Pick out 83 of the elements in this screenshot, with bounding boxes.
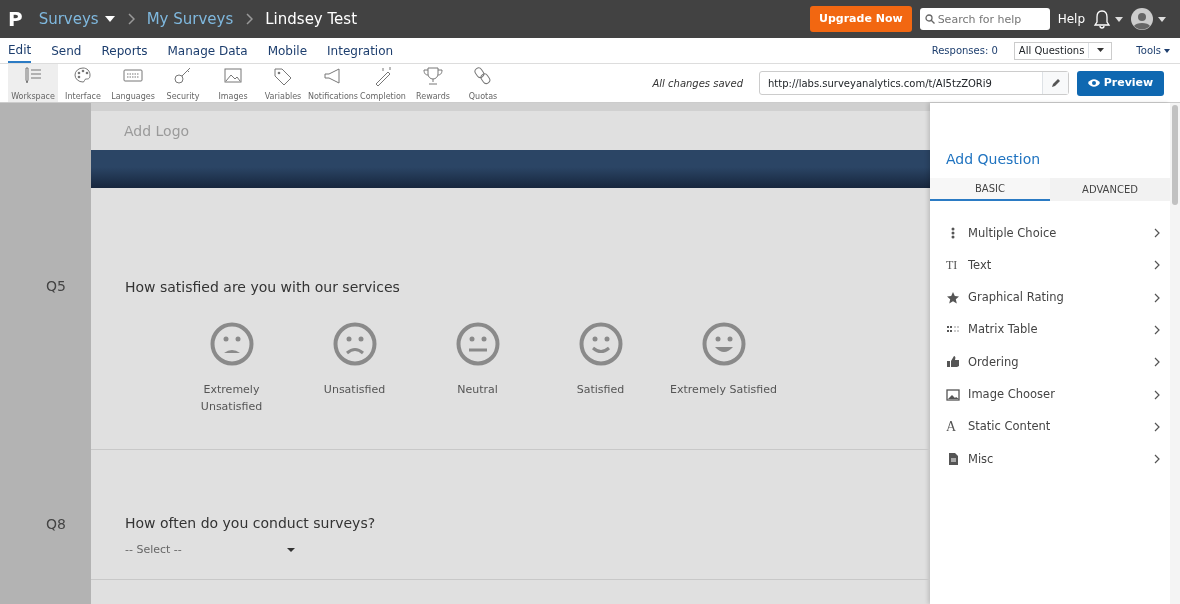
question-type-item[interactable]: A Static Content [930, 410, 1170, 444]
toolbar-button[interactable]: Notifications [308, 64, 358, 102]
document-icon [946, 452, 960, 467]
search-field[interactable]: Search for help [919, 8, 1050, 30]
toolbar-button[interactable]: Quotas [458, 64, 508, 102]
chevron-icon [1154, 357, 1160, 368]
filter-dropdown[interactable]: All Questions [1013, 41, 1113, 60]
bell-icon[interactable] [1093, 9, 1111, 29]
frowning-face-icon[interactable] [209, 322, 254, 366]
chevron-icon [1154, 389, 1160, 400]
caret-icon[interactable] [1115, 16, 1123, 22]
question-number: Q5 [46, 277, 66, 296]
toolbar-button[interactable]: Security [158, 64, 208, 102]
question-text: How often do you conduct surveys? [125, 514, 377, 533]
toolbar-button[interactable]: Rewards [408, 64, 458, 102]
option-label: Satisfied [575, 382, 626, 398]
toolbar-button[interactable]: Languages [108, 64, 158, 102]
caret-icon[interactable] [1158, 16, 1166, 22]
menu-tab[interactable]: Reports [101, 39, 148, 62]
scrollbar-thumb[interactable] [1172, 105, 1178, 205]
caret-icon [1164, 48, 1170, 53]
panel-title: Add Question [945, 150, 1042, 169]
breadcrumb-link[interactable]: My Surveys [146, 7, 234, 31]
panel-tab[interactable]: BASIC [930, 178, 1050, 201]
letter-icon: A [946, 416, 957, 438]
toolbar-button[interactable]: Workspace [8, 64, 58, 102]
menu-tab[interactable]: Manage Data [167, 39, 248, 62]
smiling-face-icon[interactable] [578, 322, 623, 366]
chevron-icon [1154, 325, 1160, 336]
option-label: Neutral [456, 382, 499, 398]
tools-menu[interactable]: Tools [1136, 43, 1161, 58]
logo: P [8, 6, 23, 33]
caret-icon[interactable] [104, 16, 115, 22]
help-link[interactable]: Help [1057, 10, 1085, 28]
grinning-face-icon[interactable] [701, 322, 746, 366]
chevron-icon [1154, 454, 1160, 465]
pencil-icon[interactable] [1050, 78, 1061, 88]
preview-button[interactable]: Preview [1077, 70, 1164, 96]
menu-tab[interactable]: Send [51, 39, 82, 62]
chevron-icon [1154, 260, 1160, 271]
thumbs-up-icon [946, 355, 960, 370]
menu-tab[interactable]: Mobile [267, 39, 308, 62]
search-icon [924, 14, 935, 24]
filter-value: All Questions [1014, 43, 1090, 58]
question-text: How satisfied are you with our services [125, 278, 401, 297]
question-type-item[interactable]: TI Text [930, 249, 1170, 282]
url-field[interactable]: http://labs.surveyanalytics.com/t/AI5tzZORi9 [759, 71, 1069, 95]
chevron-icon [1154, 292, 1160, 303]
question-type-item[interactable]: Image Chooser [930, 378, 1170, 411]
toolbar-button[interactable]: Images [208, 64, 258, 102]
chevron-icon [1154, 228, 1160, 239]
menu-tab[interactable]: Integration [327, 39, 394, 62]
star-icon [946, 290, 960, 305]
chevron-icon [1154, 421, 1160, 432]
question-type-item[interactable]: Matrix Table [930, 313, 1170, 347]
question-type-item[interactable]: Ordering [930, 346, 1170, 379]
question-type-item[interactable]: Graphical Rating [930, 281, 1170, 314]
menu-tab[interactable]: Edit [8, 38, 32, 63]
chevron-icon [245, 13, 254, 25]
image-icon [946, 387, 960, 402]
toolbar-button[interactable]: Completion [358, 64, 408, 102]
select-dropdown[interactable]: -- Select -- [125, 542, 295, 559]
text-type-icon: TI [946, 256, 958, 275]
option-label: Unsatisfied [322, 382, 387, 398]
option-label: Extremely Satisfied [669, 382, 778, 398]
eye-icon [1087, 79, 1100, 87]
toolbar-button[interactable]: Variables [258, 64, 308, 102]
option-label: Extremely Unsatisfied [199, 382, 264, 415]
responses-count: Responses: 0 [931, 44, 998, 58]
avatar-icon[interactable] [1131, 8, 1153, 30]
save-status: All changes saved [652, 76, 743, 91]
caret-icon [287, 548, 295, 553]
breadcrumb-link[interactable]: Surveys [38, 7, 99, 31]
sad-face-icon[interactable] [332, 322, 377, 366]
question-type-item[interactable]: Misc [930, 443, 1170, 476]
chevron-icon [126, 13, 135, 25]
panel-tab[interactable]: ADVANCED [1050, 178, 1170, 201]
breadcrumb-link[interactable]: Lindsey Test [265, 7, 358, 31]
toolbar-button[interactable]: Interface [58, 64, 108, 102]
question-type-item[interactable]: Multiple Choice [930, 217, 1170, 250]
trophy-icon [421, 66, 445, 87]
neutral-face-icon[interactable] [455, 322, 500, 366]
question-number: Q8 [46, 515, 66, 534]
